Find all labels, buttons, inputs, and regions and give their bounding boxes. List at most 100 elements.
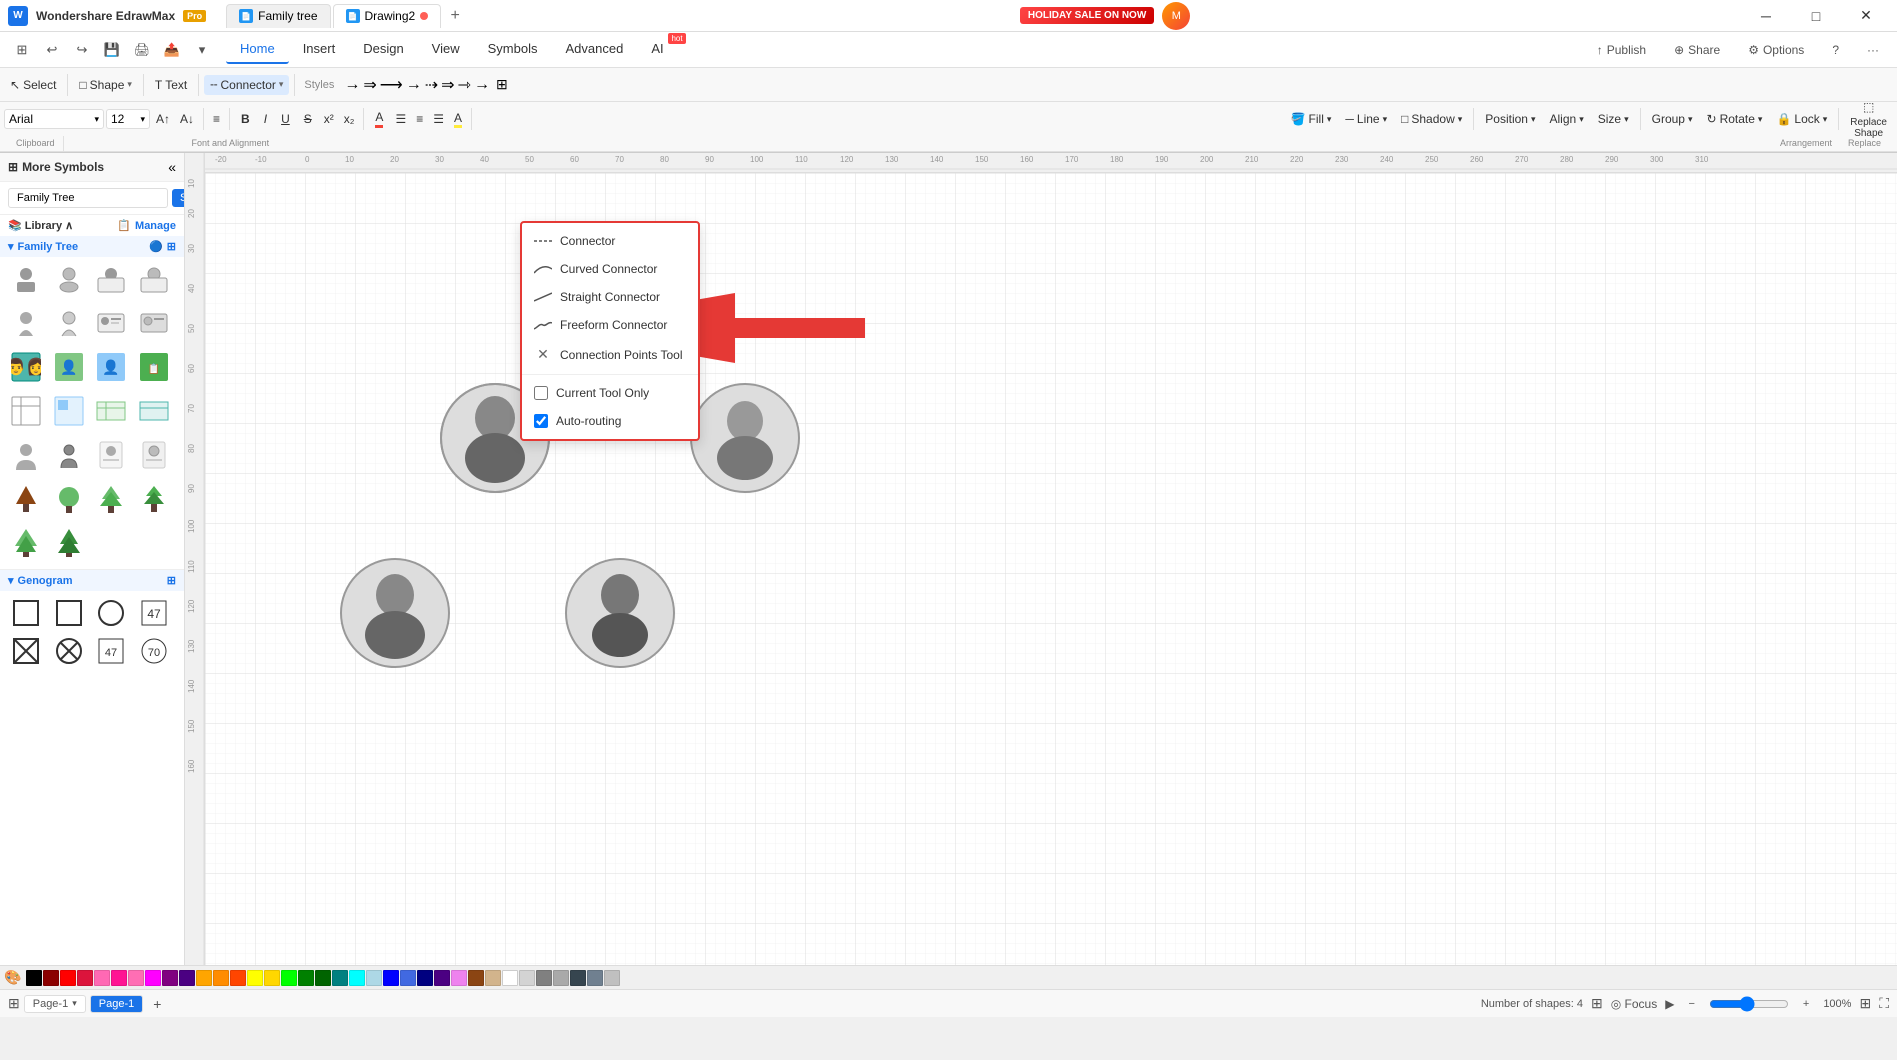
color-swatch-tan[interactable] bbox=[485, 970, 501, 986]
section-settings[interactable]: ⊞ bbox=[167, 240, 176, 253]
tree-shape-2[interactable] bbox=[51, 481, 87, 517]
highlight-btn[interactable]: A bbox=[450, 108, 466, 131]
shape-item-19[interactable] bbox=[93, 437, 129, 473]
shape-item-1[interactable] bbox=[8, 261, 44, 297]
color-swatch-darkorange[interactable] bbox=[213, 970, 229, 986]
section-toggle[interactable]: 🔵 bbox=[149, 240, 163, 253]
shape-item-2[interactable] bbox=[51, 261, 87, 297]
shape-item-17[interactable] bbox=[8, 437, 44, 473]
rotate-btn[interactable]: ↻ Rotate ▾ bbox=[1701, 109, 1769, 129]
layers-toggle[interactable]: ⊞ bbox=[1591, 995, 1603, 1012]
shape-item-10[interactable]: 👤 bbox=[51, 349, 87, 385]
underline-btn[interactable]: U bbox=[275, 109, 296, 129]
auto-routing-option[interactable]: Auto-routing bbox=[522, 407, 698, 435]
bullet-list-btn[interactable]: ☰ bbox=[391, 109, 410, 129]
shape-item-11[interactable]: 👤 bbox=[93, 349, 129, 385]
align-center-btn[interactable]: ☰ bbox=[429, 109, 448, 129]
color-swatch-blue[interactable] bbox=[383, 970, 399, 986]
arrow-style-6[interactable]: ⇒ bbox=[441, 75, 454, 95]
current-tool-checkbox[interactable] bbox=[534, 386, 548, 400]
canvas[interactable] bbox=[205, 173, 1897, 965]
fill-btn[interactable]: 🪣 Fill ▾ bbox=[1285, 109, 1338, 129]
replace-shape-btn[interactable]: ⬚ Replace Shape bbox=[1844, 97, 1893, 142]
color-swatch-green[interactable] bbox=[298, 970, 314, 986]
color-swatch-silver[interactable] bbox=[604, 970, 620, 986]
tree-shape-1[interactable] bbox=[8, 481, 44, 517]
canvas-area[interactable]: -20 -10 0 10 20 30 40 50 60 70 80 90 100… bbox=[185, 153, 1897, 965]
maximize-button[interactable]: □ bbox=[1793, 1, 1839, 31]
tab-family-tree[interactable]: 📄 Family tree bbox=[226, 4, 330, 28]
line-btn[interactable]: ─ Line ▾ bbox=[1339, 109, 1393, 129]
share-btn[interactable]: ⊕ Share bbox=[1664, 39, 1730, 61]
color-swatch-navy[interactable] bbox=[417, 970, 433, 986]
shape-item-15[interactable] bbox=[93, 393, 129, 429]
close-button[interactable]: ✕ bbox=[1843, 1, 1889, 31]
color-swatch-white[interactable] bbox=[502, 970, 518, 986]
genogram-item-5[interactable] bbox=[8, 633, 44, 669]
color-swatch-darkred[interactable] bbox=[43, 970, 59, 986]
genogram-item-1[interactable] bbox=[8, 595, 44, 631]
font-size-selector[interactable]: 12 ▾ bbox=[106, 109, 150, 129]
print-btn[interactable]: 🖨 bbox=[128, 36, 156, 64]
pine-shape-1[interactable] bbox=[8, 525, 44, 561]
color-swatch-royalblue[interactable] bbox=[400, 970, 416, 986]
shape-item-6[interactable] bbox=[51, 305, 87, 341]
menu-tab-home[interactable]: Home bbox=[226, 35, 289, 64]
shape-item-7[interactable] bbox=[93, 305, 129, 341]
arrow-style-3[interactable]: ⟶ bbox=[380, 75, 403, 95]
color-swatch-red[interactable] bbox=[60, 970, 76, 986]
align-btn[interactable]: ≡ bbox=[209, 109, 224, 129]
play-btn[interactable]: ▶ bbox=[1665, 997, 1674, 1011]
back-button[interactable]: ⊞ bbox=[8, 36, 36, 64]
color-swatch-charcoal[interactable] bbox=[570, 970, 586, 986]
font-color-btn[interactable]: A bbox=[369, 107, 389, 131]
genogram-item-7[interactable]: 47 bbox=[93, 633, 129, 669]
menu-tab-insert[interactable]: Insert bbox=[289, 35, 350, 64]
shape-item-4[interactable] bbox=[136, 261, 172, 297]
color-swatch-crimson[interactable] bbox=[77, 970, 93, 986]
lock-btn[interactable]: 🔒 Lock ▾ bbox=[1770, 109, 1833, 129]
bold-btn[interactable]: B bbox=[235, 109, 256, 129]
help-btn[interactable]: ? bbox=[1822, 39, 1849, 61]
select-tool-btn[interactable]: ↖ Select bbox=[4, 75, 62, 95]
layers-btn[interactable]: ⊞ bbox=[8, 995, 20, 1012]
menu-tab-design[interactable]: Design bbox=[349, 35, 417, 64]
zoom-plus-btn[interactable]: + bbox=[1797, 996, 1815, 1012]
color-swatch-lightgray[interactable] bbox=[519, 970, 535, 986]
color-swatch-violet[interactable] bbox=[451, 970, 467, 986]
menu-tab-symbols[interactable]: Symbols bbox=[474, 35, 552, 64]
arrow-style-7[interactable]: ⇾ bbox=[458, 75, 471, 95]
user-avatar[interactable]: M bbox=[1162, 2, 1190, 30]
shape-item-20[interactable] bbox=[136, 437, 172, 473]
arrow-style-4[interactable]: → bbox=[406, 76, 422, 94]
styles-expand[interactable]: ⊞ bbox=[496, 76, 508, 93]
color-swatch-orangered[interactable] bbox=[230, 970, 246, 986]
shape-item-9[interactable]: 👨‍👩 bbox=[8, 349, 44, 385]
save-btn[interactable]: 💾 bbox=[98, 36, 126, 64]
connector-option-freeform[interactable]: Freeform Connector bbox=[522, 311, 698, 339]
menu-tab-view[interactable]: View bbox=[418, 35, 474, 64]
color-swatch-darkpurple[interactable] bbox=[179, 970, 195, 986]
color-picker-btn[interactable]: 🎨 bbox=[4, 969, 21, 986]
arrow-style-1[interactable]: → bbox=[344, 76, 360, 94]
focus-btn[interactable]: ◎ Focus bbox=[1611, 997, 1658, 1011]
color-swatch-deeppink[interactable] bbox=[111, 970, 127, 986]
more-btn[interactable]: ··· bbox=[1857, 39, 1889, 61]
strikethrough-btn[interactable]: S bbox=[298, 109, 318, 129]
tree-shape-4[interactable] bbox=[136, 481, 172, 517]
color-swatch-darkgreen[interactable] bbox=[315, 970, 331, 986]
genogram-settings[interactable]: ⊞ bbox=[167, 574, 176, 587]
export-dropdown[interactable]: ▾ bbox=[188, 36, 216, 64]
group-btn[interactable]: Group ▾ bbox=[1646, 109, 1699, 129]
connector-option-connector[interactable]: Connector bbox=[522, 227, 698, 255]
shadow-btn[interactable]: □ Shadow ▾ bbox=[1395, 109, 1468, 129]
color-swatch-gold[interactable] bbox=[264, 970, 280, 986]
color-swatch-lime[interactable] bbox=[281, 970, 297, 986]
color-swatch-yellow[interactable] bbox=[247, 970, 263, 986]
active-page-tab[interactable]: Page-1 bbox=[90, 995, 143, 1013]
shape-btn[interactable]: □ Shape ▾ bbox=[73, 75, 137, 95]
align-left-btn[interactable]: ≡ bbox=[412, 109, 427, 129]
add-page-btn[interactable]: + bbox=[147, 994, 167, 1014]
shape-item-16[interactable] bbox=[136, 393, 172, 429]
export-btn[interactable]: 📤 bbox=[158, 36, 186, 64]
